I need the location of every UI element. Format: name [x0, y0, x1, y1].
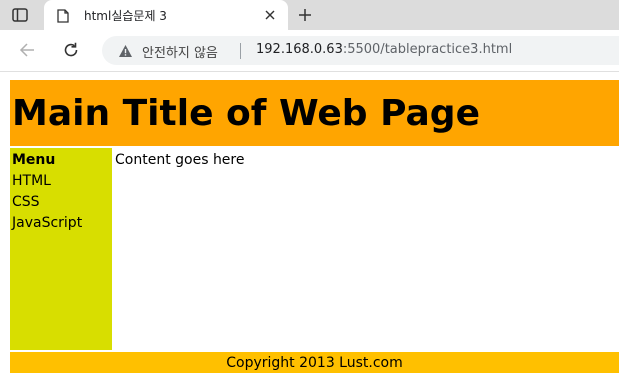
footer-text: Copyright 2013 Lust.com	[226, 355, 403, 371]
menu-item-html: HTML	[12, 173, 51, 189]
url-text[interactable]: 192.168.0.63:5500/tablepractice3.html	[256, 42, 512, 57]
arrow-left-icon[interactable]	[16, 40, 38, 60]
url-host: 192.168.0.63	[256, 42, 343, 57]
sidebar-menu: Menu HTML CSS JavaScript	[10, 148, 112, 350]
tab-actions-icon[interactable]	[8, 5, 32, 25]
menu-item-css: CSS	[12, 194, 40, 210]
document-icon	[57, 8, 69, 23]
tab-bar: html실습문제 3	[0, 0, 619, 30]
menu-heading: Menu	[12, 152, 56, 168]
reload-icon[interactable]	[60, 40, 82, 60]
page-title: Main Title of Web Page	[12, 93, 480, 134]
plus-icon[interactable]	[294, 5, 316, 25]
security-label[interactable]: 안전하지 않음	[142, 42, 218, 61]
menu-item-javascript: JavaScript	[12, 215, 83, 231]
page-footer: Copyright 2013 Lust.com	[10, 352, 619, 373]
address-divider	[240, 43, 241, 59]
page-header: Main Title of Web Page	[10, 80, 619, 146]
close-icon[interactable]	[262, 7, 278, 23]
content-text: Content goes here	[115, 152, 245, 168]
content-area: Content goes here	[113, 148, 619, 350]
address-bar[interactable]: 안전하지 않음 192.168.0.63:5500/tablepractice3…	[102, 36, 619, 65]
tab-title: html실습문제 3	[84, 9, 167, 23]
browser-toolbar: 안전하지 않음 192.168.0.63:5500/tablepractice3…	[0, 30, 619, 72]
page-viewport: Main Title of Web Page Menu HTML CSS Jav…	[0, 72, 619, 379]
url-path: :5500/tablepractice3.html	[342, 42, 513, 57]
browser-tab[interactable]: html실습문제 3	[44, 0, 288, 30]
warning-triangle-icon[interactable]	[118, 43, 133, 57]
